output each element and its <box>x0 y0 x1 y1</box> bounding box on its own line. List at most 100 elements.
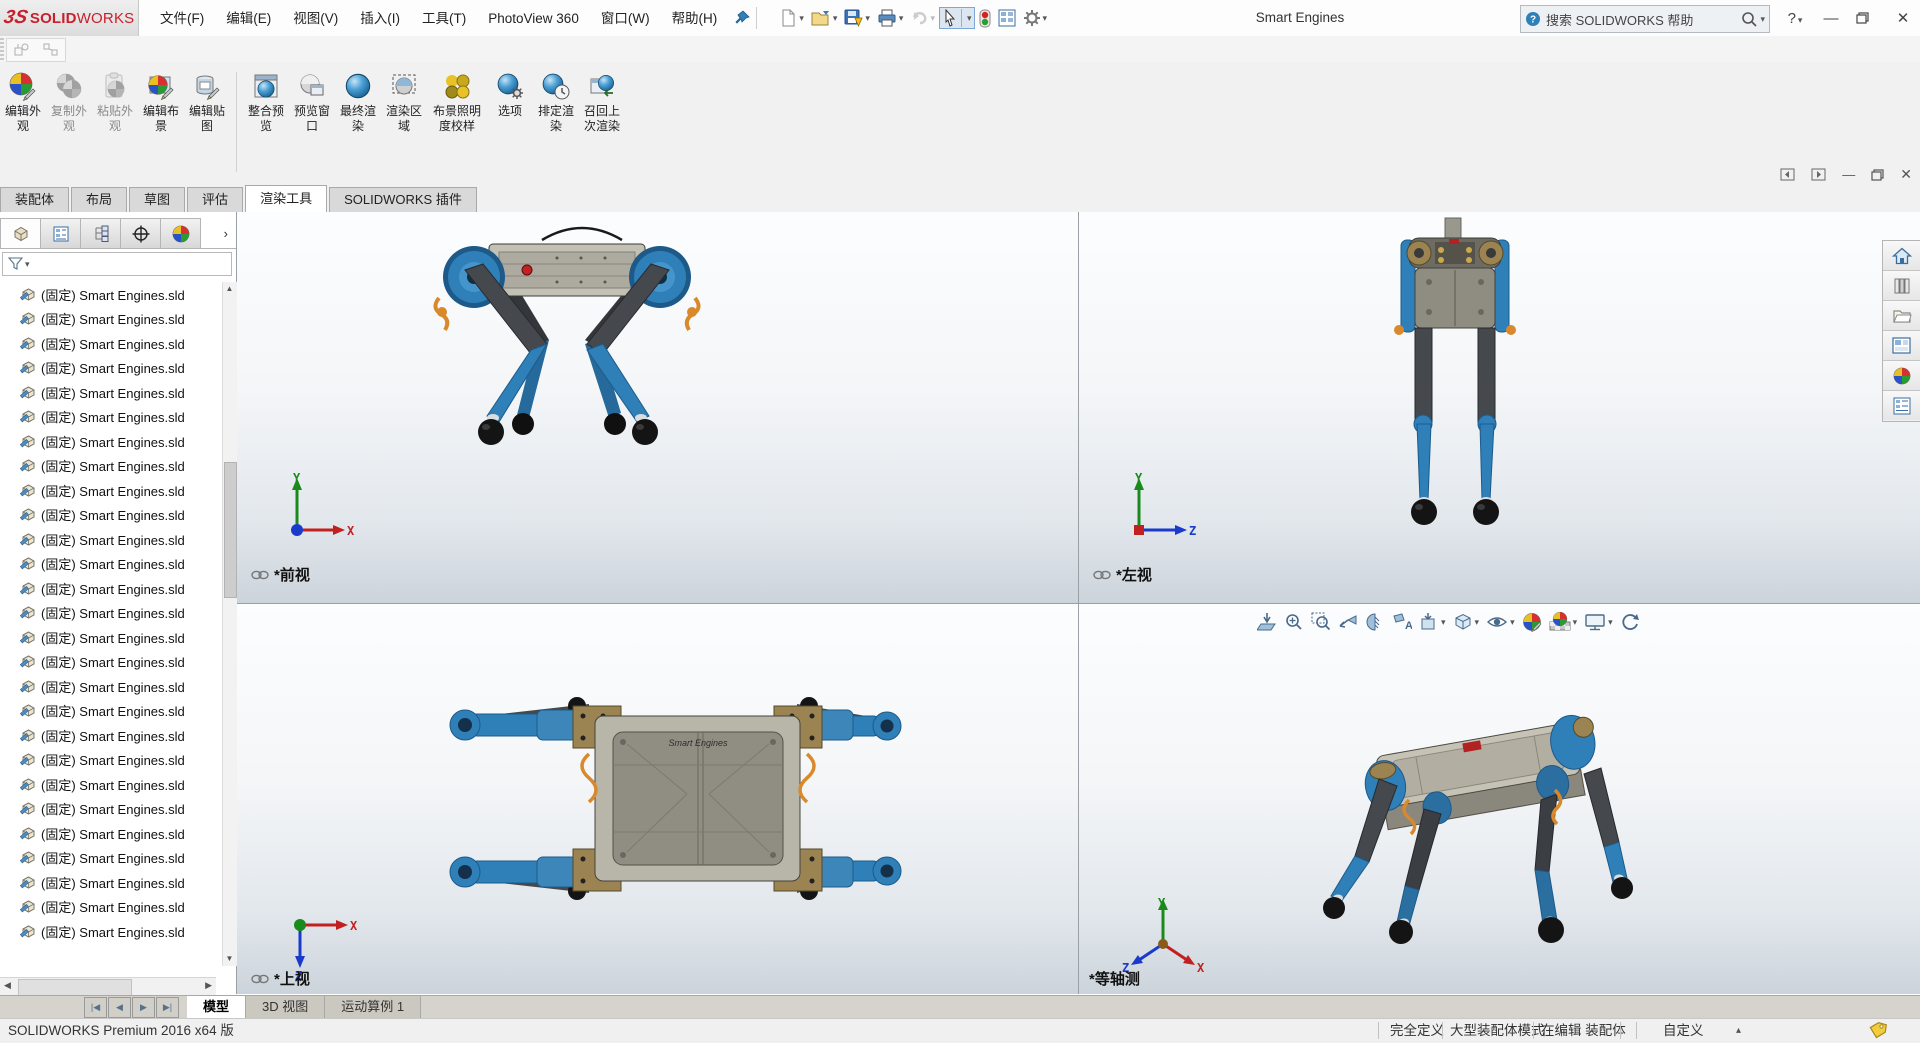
open-document-button[interactable]: ▾ <box>808 7 841 29</box>
tree-item[interactable]: (固定) Smart Engines.sld <box>0 625 222 650</box>
viewport-front[interactable]: Y X *前视 <box>237 212 1078 603</box>
preview-window-button[interactable]: 预览窗口 <box>290 70 334 134</box>
tree-item[interactable]: (固定) Smart Engines.sld <box>0 380 222 405</box>
tab-dimxpert-manager[interactable] <box>121 218 161 249</box>
zoom-fit-button[interactable] <box>1284 612 1304 632</box>
menu-item[interactable]: 文件(F) <box>149 1 215 36</box>
edit-appearance-button[interactable]: 编辑外观 <box>1 70 45 134</box>
tree-vertical-scrollbar[interactable]: ▲ ▼ <box>222 282 237 966</box>
menu-item[interactable]: PhotoView 360 <box>477 1 590 36</box>
edit-scene-button[interactable]: 编辑布景 <box>139 70 183 134</box>
menu-item[interactable]: 编辑(E) <box>215 1 282 36</box>
new-document-button[interactable]: ▾ <box>777 7 807 29</box>
previous-view-button[interactable] <box>1338 612 1358 632</box>
command-tab[interactable]: 渲染工具 <box>245 185 327 212</box>
scroll-down-arrow[interactable]: ▼ <box>223 952 236 966</box>
interference-traffic-light-icon[interactable] <box>976 7 994 30</box>
doc-tab[interactable]: 3D 视图 <box>246 996 325 1019</box>
tree-item[interactable]: (固定) Smart Engines.sld <box>0 895 222 920</box>
zoom-area-button[interactable] <box>1311 612 1331 632</box>
tree-horizontal-scrollbar[interactable]: ◀ ▶ <box>0 977 216 996</box>
tree-item[interactable]: (固定) Smart Engines.sld <box>0 331 222 356</box>
tree-item[interactable]: (固定) Smart Engines.sld <box>0 576 222 601</box>
tree-item[interactable]: (固定) Smart Engines.sld <box>0 356 222 381</box>
menu-item[interactable]: 插入(I) <box>349 1 411 36</box>
smart-fasteners-icon[interactable] <box>13 42 31 58</box>
toolbar-grip[interactable] <box>0 38 4 60</box>
tree-item[interactable]: (固定) Smart Engines.sld <box>0 282 222 307</box>
tree-item[interactable]: (固定) Smart Engines.sld <box>0 772 222 797</box>
tree-item[interactable]: (固定) Smart Engines.sld <box>0 748 222 773</box>
pin-icon[interactable] <box>734 10 750 26</box>
undo-button[interactable]: ▾ <box>907 7 938 29</box>
save-button[interactable]: ▾ <box>841 7 873 29</box>
first-tab-button[interactable]: |◀ <box>84 997 107 1018</box>
tab-file-explorer[interactable] <box>1883 301 1920 331</box>
tree-item[interactable]: (固定) Smart Engines.sld <box>0 919 222 944</box>
command-tab[interactable]: 评估 <box>187 187 243 212</box>
tab-feature-manager[interactable] <box>0 218 41 249</box>
tree-item[interactable]: (固定) Smart Engines.sld <box>0 650 222 675</box>
tree-item[interactable]: (固定) Smart Engines.sld <box>0 674 222 699</box>
help-search-box[interactable]: ? 搜索 SOLIDWORKS 帮助 ▾ <box>1520 5 1770 33</box>
pane-right-icon[interactable] <box>1811 168 1826 181</box>
prev-tab-button[interactable]: ◀ <box>108 997 131 1018</box>
doc-minimize-icon[interactable]: — <box>1842 167 1855 182</box>
command-tab[interactable]: 布局 <box>71 187 127 212</box>
recall-last-render-button[interactable]: 召回上次渲染 <box>580 70 624 134</box>
display-style-button[interactable]: ▾ <box>1453 612 1480 632</box>
custom-dropdown-arrow[interactable]: ▴ <box>1736 1019 1741 1042</box>
custom-status-dropdown[interactable]: 自定义 <box>1663 1019 1704 1042</box>
menu-item[interactable]: 帮助(H) <box>661 1 729 36</box>
doc-tab[interactable]: 模型 <box>187 996 246 1019</box>
print-button[interactable]: ▾ <box>874 7 907 29</box>
schedule-render-button[interactable]: 排定渲染 <box>534 70 578 134</box>
tab-property-manager[interactable] <box>41 218 81 249</box>
tab-custom-properties[interactable] <box>1883 391 1920 420</box>
scroll-right-arrow[interactable]: ▶ <box>205 980 212 991</box>
tree-item[interactable]: (固定) Smart Engines.sld <box>0 870 222 895</box>
tree-item[interactable]: (固定) Smart Engines.sld <box>0 821 222 846</box>
tab-display-manager[interactable] <box>161 218 201 249</box>
graphics-area[interactable]: Y X *前视 <box>237 212 1920 994</box>
tree-item[interactable]: (固定) Smart Engines.sld <box>0 307 222 332</box>
menu-item[interactable]: 视图(V) <box>282 1 349 36</box>
viewport-top[interactable]: Smart Engines X Z *上视 <box>237 604 1078 994</box>
tab-configuration-manager[interactable] <box>81 218 121 249</box>
scene-illumination-proof-button[interactable]: 布景照明度校样 <box>428 70 486 134</box>
tab-design-library[interactable] <box>1883 271 1920 301</box>
annotation-views-button[interactable]: A <box>1392 612 1412 632</box>
hscrollbar-thumb[interactable] <box>18 979 132 996</box>
tree-item[interactable]: (固定) Smart Engines.sld <box>0 601 222 626</box>
command-tab[interactable]: 草图 <box>129 187 185 212</box>
edit-decal-button[interactable]: 编辑贴图 <box>185 70 229 134</box>
tree-item[interactable]: (固定) Smart Engines.sld <box>0 699 222 724</box>
rotate-view-button[interactable] <box>1620 612 1640 632</box>
panel-tab-overflow[interactable]: › <box>201 218 236 248</box>
menu-item[interactable]: 工具(T) <box>411 1 477 36</box>
command-tab[interactable]: 装配体 <box>0 187 69 212</box>
tree-item[interactable]: (固定) Smart Engines.sld <box>0 552 222 577</box>
final-render-button[interactable]: 最终渲染 <box>336 70 380 134</box>
tree-item[interactable]: (固定) Smart Engines.sld <box>0 405 222 430</box>
viewport-isometric[interactable]: A ▾ ▾ ▾ ▾ ▾ <box>1079 604 1920 994</box>
doc-restore-icon[interactable] <box>1871 169 1884 181</box>
tree-filter-box[interactable]: ▾ <box>2 252 232 276</box>
command-tab[interactable]: SOLIDWORKS 插件 <box>329 187 477 212</box>
edit-appearance-button[interactable] <box>1522 612 1542 632</box>
view-settings-button[interactable]: ▾ <box>1584 612 1613 632</box>
doc-close-icon[interactable]: ✕ <box>1900 166 1912 183</box>
last-tab-button[interactable]: ▶| <box>156 997 179 1018</box>
tab-solidworks-resources[interactable] <box>1883 241 1920 271</box>
tree-item[interactable]: (固定) Smart Engines.sld <box>0 429 222 454</box>
tree-item[interactable]: (固定) Smart Engines.sld <box>0 846 222 871</box>
hide-show-items-button[interactable]: ▾ <box>1486 612 1515 632</box>
doc-tab[interactable]: 运动算例 1 <box>325 996 421 1019</box>
view-orientation-button[interactable]: ▾ <box>1419 612 1446 632</box>
exploded-view-icon[interactable] <box>42 42 60 58</box>
pane-left-icon[interactable] <box>1780 168 1795 181</box>
next-tab-button[interactable]: ▶ <box>132 997 155 1018</box>
tab-appearances-scenes[interactable] <box>1883 361 1920 391</box>
scrollbar-thumb[interactable] <box>224 462 237 598</box>
tree-item[interactable]: (固定) Smart Engines.sld <box>0 454 222 479</box>
